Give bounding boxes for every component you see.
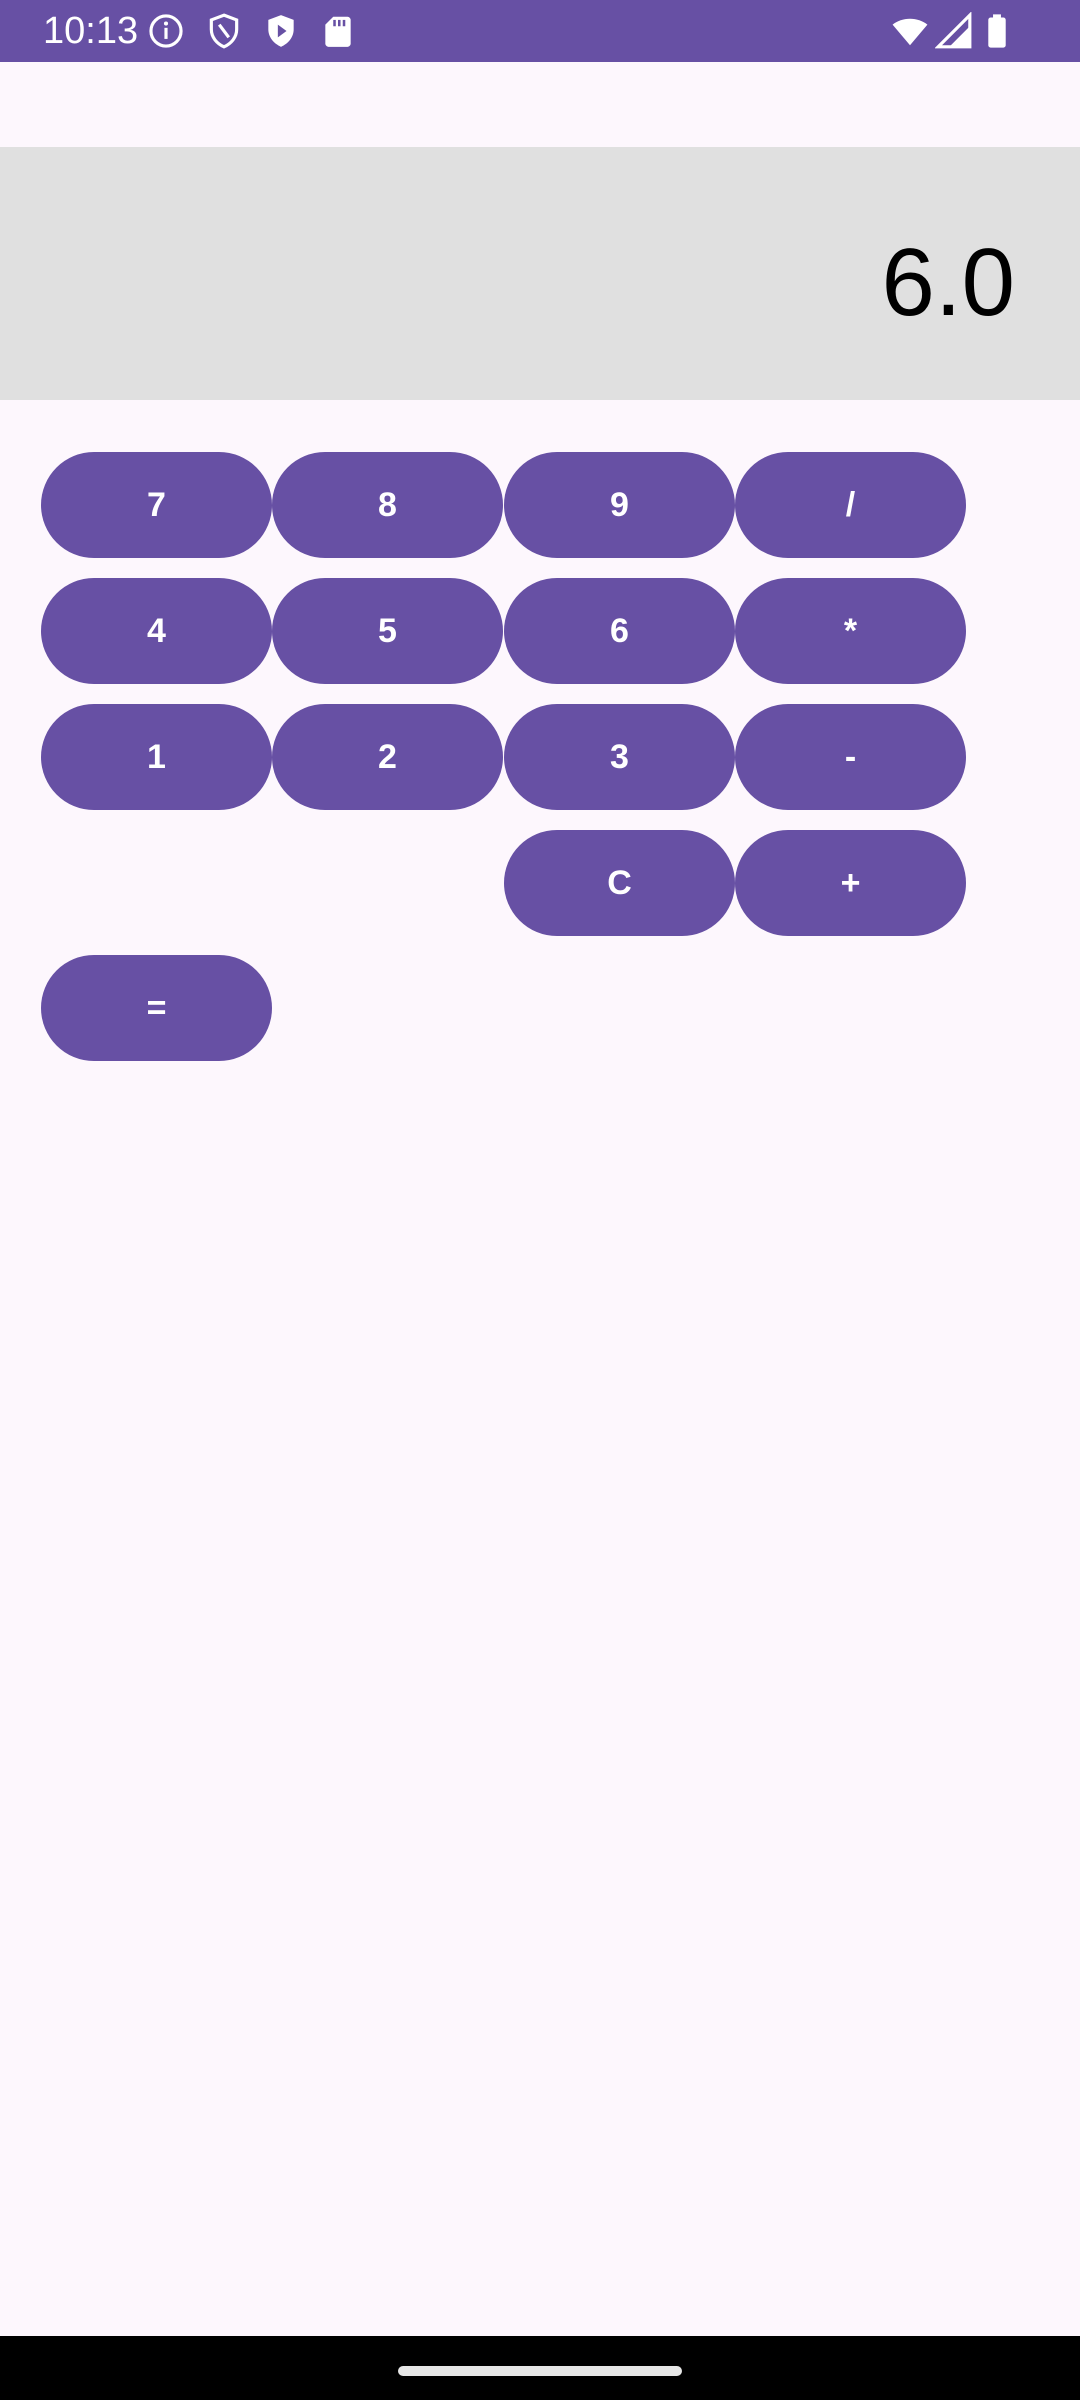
subtract-button[interactable]: - [735, 704, 966, 810]
digit-7-button[interactable]: 7 [41, 452, 272, 558]
home-gesture-handle[interactable] [398, 2366, 682, 2376]
info-icon [147, 12, 185, 50]
clear-button[interactable]: C [504, 830, 735, 936]
status-bar: 10:13 [0, 0, 1080, 62]
battery-icon [978, 12, 1016, 50]
add-button[interactable]: + [735, 830, 966, 936]
play-protect-icon [262, 12, 300, 50]
navigation-bar [0, 2336, 1080, 2400]
digit-3-button[interactable]: 3 [504, 704, 735, 810]
signal-icon [935, 12, 973, 50]
digit-5-button[interactable]: 5 [272, 578, 503, 684]
digit-2-button[interactable]: 2 [272, 704, 503, 810]
status-time: 10:13 [43, 10, 139, 52]
divide-button[interactable]: / [735, 452, 966, 558]
equals-button[interactable]: = [41, 955, 272, 1061]
digit-4-button[interactable]: 4 [41, 578, 272, 684]
digit-8-button[interactable]: 8 [272, 452, 503, 558]
display-value: 6.0 [881, 229, 1015, 336]
digit-6-button[interactable]: 6 [504, 578, 735, 684]
calculator-display: 6.0 [0, 147, 1080, 400]
sd-card-icon [319, 12, 357, 50]
digit-1-button[interactable]: 1 [41, 704, 272, 810]
digit-9-button[interactable]: 9 [504, 452, 735, 558]
wifi-icon [889, 12, 931, 50]
calculator-screen: 10:13 6.0 7 8 9 / 4 5 6 * 1 2 3 - C + = [0, 0, 1080, 2400]
multiply-button[interactable]: * [735, 578, 966, 684]
shield-icon [205, 12, 243, 50]
